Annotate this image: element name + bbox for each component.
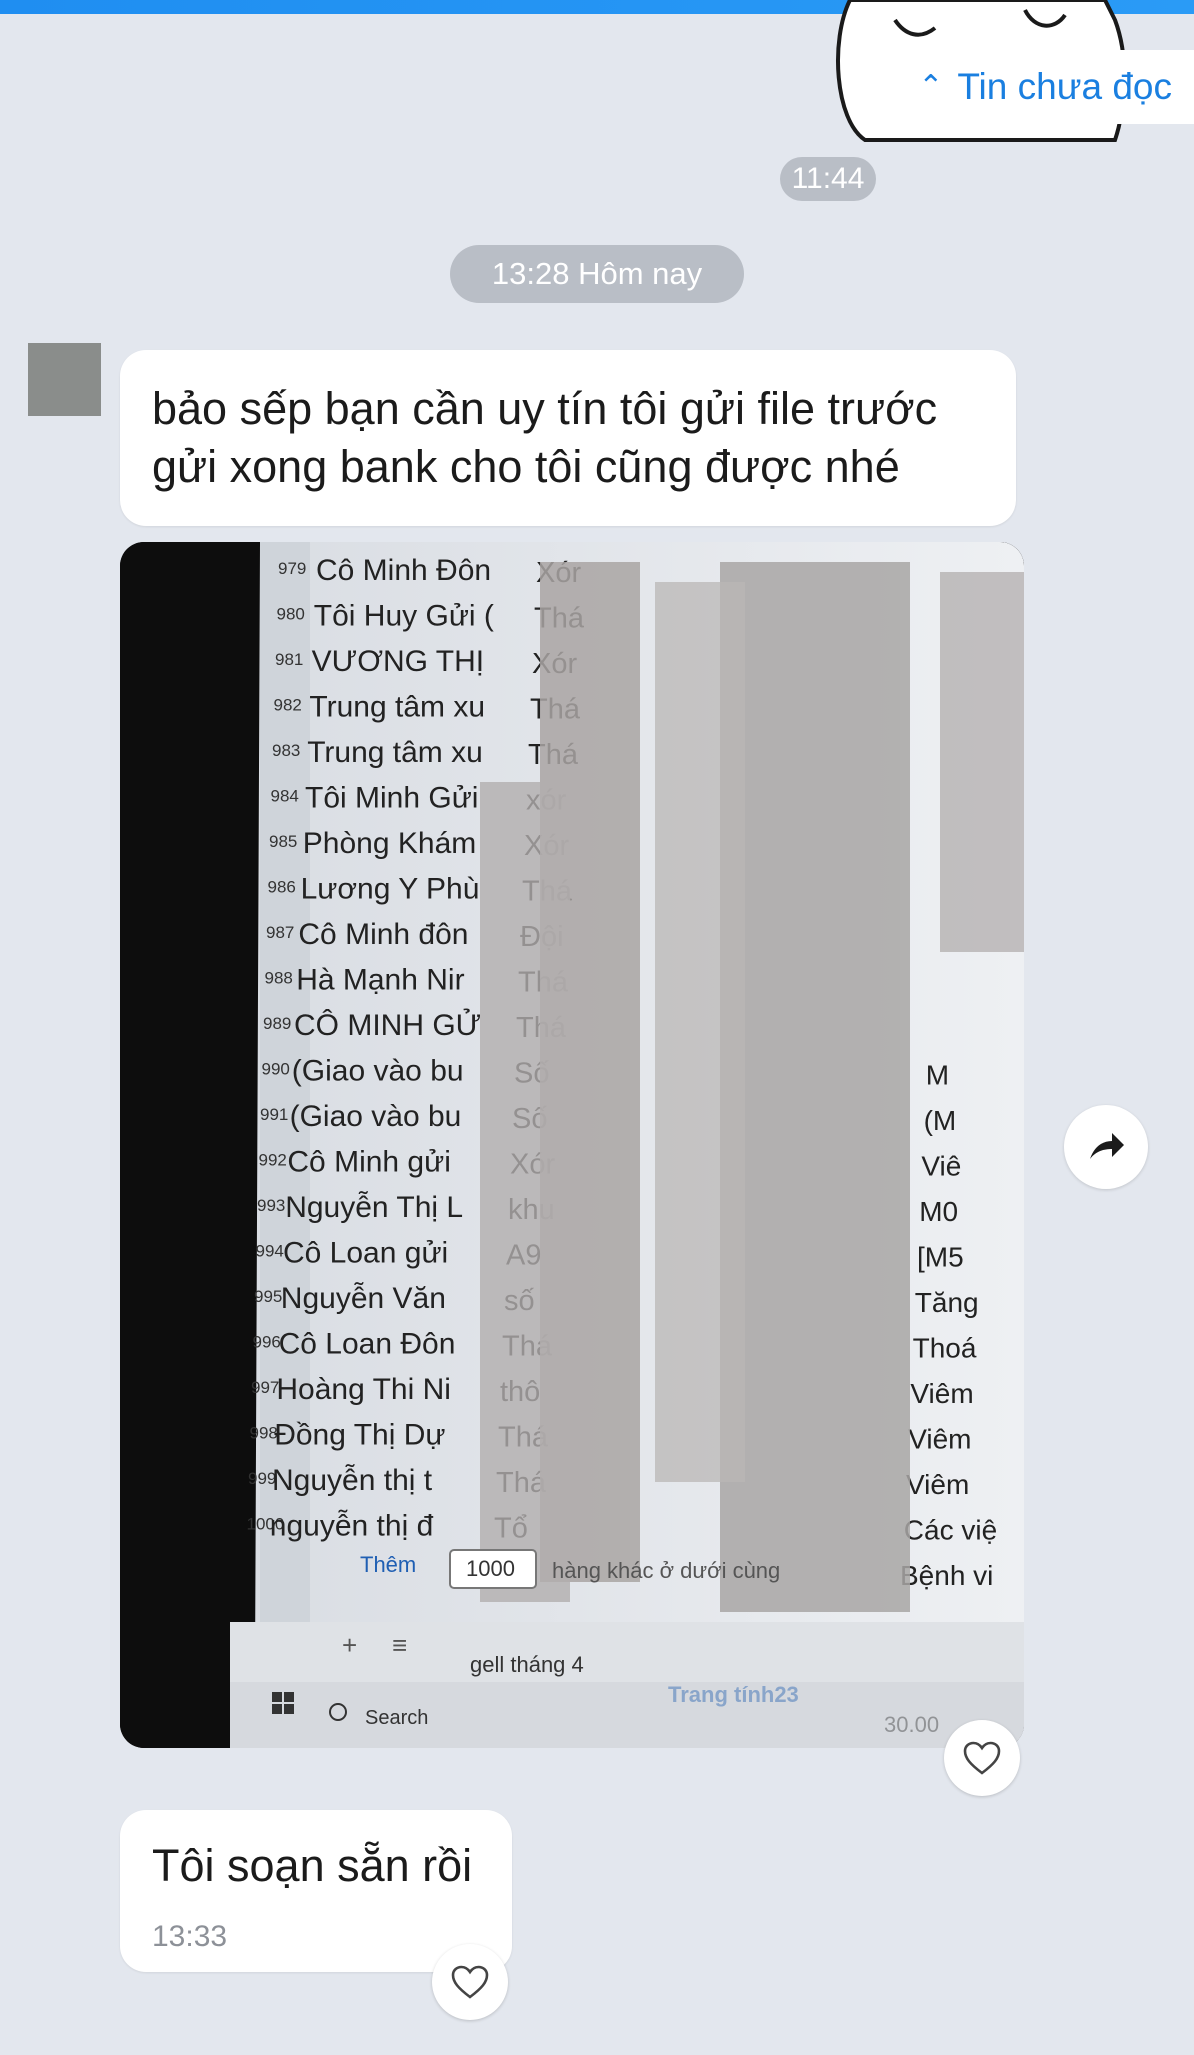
cell-value: Tăng <box>915 1287 979 1318</box>
row-number: 994 <box>256 1242 284 1261</box>
cell-value: M0 <box>919 1196 958 1227</box>
cell-name: (Giao vào bu <box>290 1100 462 1133</box>
message-time: 13:33 <box>152 1920 228 1953</box>
row-number: 993 <box>257 1196 285 1215</box>
cell-value: Viêm <box>910 1378 973 1409</box>
cell-value: Viê <box>921 1151 961 1182</box>
cell-name: Cô Minh Đôn <box>316 554 491 587</box>
react-button[interactable] <box>432 1944 508 2020</box>
cell-name: Tôi Minh Gửi <box>305 782 478 815</box>
row-number: 996 <box>253 1333 281 1352</box>
cell-value: Viêm <box>908 1424 971 1455</box>
cell-name: (Giao vào bu <box>292 1055 464 1088</box>
cell-value: Thoá <box>913 1333 977 1364</box>
message-text: bảo sếp bạn cần uy tín tôi gửi file trướ… <box>152 383 938 492</box>
message-text: Tôi soạn sẵn rồi <box>152 1840 473 1891</box>
row-number: 982 <box>274 696 302 715</box>
search-label: Search <box>365 1707 428 1729</box>
share-button[interactable] <box>1064 1105 1148 1189</box>
cell-name: Nguyễn thị t <box>272 1464 433 1497</box>
row-number: 979 <box>278 559 306 578</box>
cell-name: Đồng Thị Dự <box>274 1419 445 1452</box>
cell-value: Viêm <box>906 1469 969 1500</box>
share-arrow-icon <box>1090 1133 1124 1159</box>
unread-label: Tin chưa đọc <box>957 66 1172 107</box>
cell-name: Cô Loan Đôn <box>279 1328 456 1361</box>
row-number: 997 <box>251 1378 279 1397</box>
row-number: 989 <box>263 1014 291 1033</box>
cell-name: Cô Loan gửi <box>283 1237 448 1270</box>
row-number: 984 <box>271 787 299 806</box>
svg-text:≡: ≡ <box>392 1630 407 1660</box>
cell-name: Trung tâm xu <box>307 736 483 769</box>
blur-mask <box>940 572 1024 952</box>
cell-value: M <box>926 1060 949 1091</box>
heart-icon <box>963 1741 1001 1775</box>
avatar[interactable] <box>28 343 101 416</box>
row-number: 985 <box>269 832 297 851</box>
cell-name: Hoàng Thi Ni <box>276 1373 451 1406</box>
row-number: 986 <box>268 878 296 897</box>
message-photo[interactable]: 979 980 981 982 983 984 985 986 987 988 989 990 991 9… <box>120 542 1024 1748</box>
date-divider: 13:28 Hôm nay <box>450 245 744 303</box>
row-number: 995 <box>254 1287 282 1306</box>
row-number: 992 <box>259 1151 287 1170</box>
cell-name: nguyễn thị đ <box>270 1510 434 1543</box>
cell-name: Phòng Khám <box>303 827 476 860</box>
cell-name: Nguyễn Văn <box>281 1282 446 1315</box>
blur-mask <box>720 562 910 1612</box>
row-number: 991 <box>260 1105 288 1124</box>
row-number: 990 <box>262 1060 290 1079</box>
cell-name: Lương Y Phù <box>301 873 480 906</box>
blur-mask <box>655 582 745 1482</box>
unread-messages-button[interactable]: ⌃ Tin chưa đọc <box>890 50 1194 124</box>
cell-name: Tôi Huy Gửi ( <box>314 600 494 633</box>
row-number: 981 <box>275 650 303 669</box>
cell-value: Bệnh vi <box>900 1560 993 1591</box>
double-chevron-up-icon: ⌃ <box>918 70 944 103</box>
footer-hint: hàng khác ở dưới cùng <box>552 1558 780 1583</box>
row-number: 987 <box>266 923 294 942</box>
taskbar <box>230 1682 1024 1748</box>
sheet-tab-1: gell tháng 4 <box>470 1652 584 1677</box>
cell-name: CÔ MINH GỬ <box>294 1008 481 1042</box>
row-number: 980 <box>277 605 305 624</box>
react-button[interactable] <box>944 1720 1020 1796</box>
cell-value: (M <box>924 1105 957 1136</box>
cell-name: VƯƠNG THỊ <box>312 645 484 678</box>
cell-name: Hà Mạnh Nir <box>296 964 464 997</box>
spreadsheet-photo: 979 980 981 982 983 984 985 986 987 988 989 990 991 9… <box>120 542 1024 1748</box>
footer-more-label: Thêm <box>360 1552 416 1577</box>
cell-name: Cô Minh gửi <box>287 1146 450 1179</box>
footer-count: 1000 <box>466 1556 515 1581</box>
heart-icon <box>451 1965 489 1999</box>
cell-name: Nguyễn Thị L <box>285 1191 463 1224</box>
time-divider: 11:44 <box>780 157 876 201</box>
cell-value: [M5 <box>917 1242 964 1273</box>
blur-mask <box>480 782 570 1602</box>
message-bubble[interactable]: bảo sếp bạn cần uy tín tôi gửi file trướ… <box>120 350 1016 526</box>
row-number: 988 <box>265 969 293 988</box>
row-number: 983 <box>272 741 300 760</box>
cell-name: Trung tâm xu <box>309 691 485 724</box>
cell-value: Các việ <box>904 1515 997 1546</box>
svg-text:+: + <box>342 1630 357 1660</box>
cell-name: Cô Minh đôn <box>298 918 468 951</box>
